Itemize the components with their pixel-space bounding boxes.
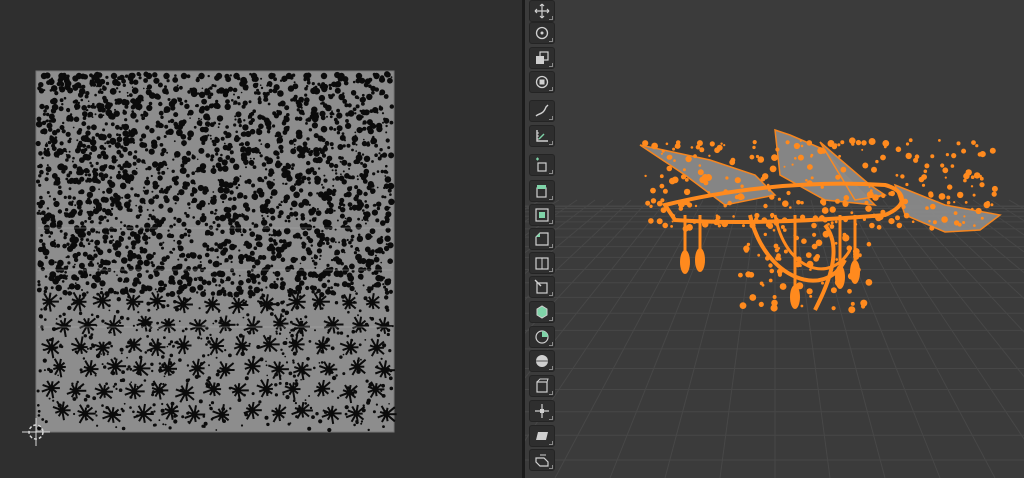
tool-options-indicator — [549, 116, 553, 120]
tool-button-spin[interactable] — [529, 326, 555, 348]
inset-faces-icon — [535, 208, 549, 222]
tool-button-scale[interactable] — [529, 47, 555, 69]
tool-button-bevel[interactable] — [529, 228, 555, 250]
rip-region-icon — [535, 454, 549, 467]
tool-button-extrude-region[interactable] — [529, 180, 555, 202]
tool-options-indicator — [549, 342, 553, 346]
spin-icon — [535, 330, 549, 344]
tool-button-shear[interactable] — [529, 425, 555, 447]
bevel-icon — [535, 232, 549, 246]
tool-options-indicator — [549, 16, 553, 20]
tool-options-indicator — [549, 196, 553, 200]
uv-canvas[interactable] — [0, 0, 522, 478]
tool-button-transform[interactable] — [529, 71, 555, 93]
tool-options-indicator — [549, 38, 553, 42]
uv-editor[interactable] — [0, 0, 522, 478]
tool-options-indicator — [549, 244, 553, 248]
tool-options-indicator — [549, 170, 553, 174]
knife-icon — [534, 279, 548, 294]
tool-options-indicator — [549, 141, 553, 145]
tool-options-indicator — [549, 317, 553, 321]
extrude-region-icon — [536, 185, 547, 198]
tool-button-rip-region[interactable] — [529, 449, 555, 471]
floor-grid — [525, 199, 1024, 478]
tool-options-indicator — [549, 441, 553, 445]
measure-icon — [536, 130, 548, 142]
viewport-scene[interactable] — [525, 0, 1024, 478]
loop-cut-icon — [535, 257, 549, 270]
tool-button-loop-cut[interactable] — [529, 252, 555, 274]
smooth-icon — [536, 355, 548, 367]
tool-button-poly-build[interactable] — [529, 301, 555, 323]
tool-options-indicator — [549, 220, 553, 224]
tool-options-indicator — [549, 465, 553, 469]
poly-build-icon — [536, 305, 548, 319]
tool-button-add-cube[interactable] — [529, 154, 555, 176]
add-cube-icon — [536, 157, 547, 172]
move-icon — [534, 3, 550, 19]
tool-button-smooth[interactable] — [529, 350, 555, 372]
shrink-fatten-icon — [535, 404, 549, 418]
tool-button-annotate[interactable] — [529, 100, 555, 122]
transform-icon — [535, 75, 549, 89]
tool-button-knife[interactable] — [529, 276, 555, 298]
edge-slide-icon — [536, 378, 549, 393]
annotate-icon — [535, 104, 549, 117]
tool-button-edge-slide[interactable] — [529, 375, 555, 397]
tool-options-indicator — [549, 63, 553, 67]
tool-button-inset-faces[interactable] — [529, 204, 555, 226]
tool-options-indicator — [549, 391, 553, 395]
tool-button-measure[interactable] — [529, 125, 555, 147]
tool-button-shrink-fatten[interactable] — [529, 400, 555, 422]
tool-options-indicator — [549, 366, 553, 370]
tool-button-move[interactable] — [529, 0, 555, 22]
tool-options-indicator — [549, 268, 553, 272]
tool-button-rotate[interactable] — [529, 22, 555, 44]
3d-viewport[interactable] — [525, 0, 1024, 478]
tool-options-indicator — [549, 87, 553, 91]
rotate-icon — [535, 26, 549, 40]
tool-options-indicator — [549, 292, 553, 296]
scale-icon — [536, 51, 549, 64]
tool-shelf — [529, 0, 557, 478]
tool-options-indicator — [549, 416, 553, 420]
shear-icon — [536, 432, 548, 440]
